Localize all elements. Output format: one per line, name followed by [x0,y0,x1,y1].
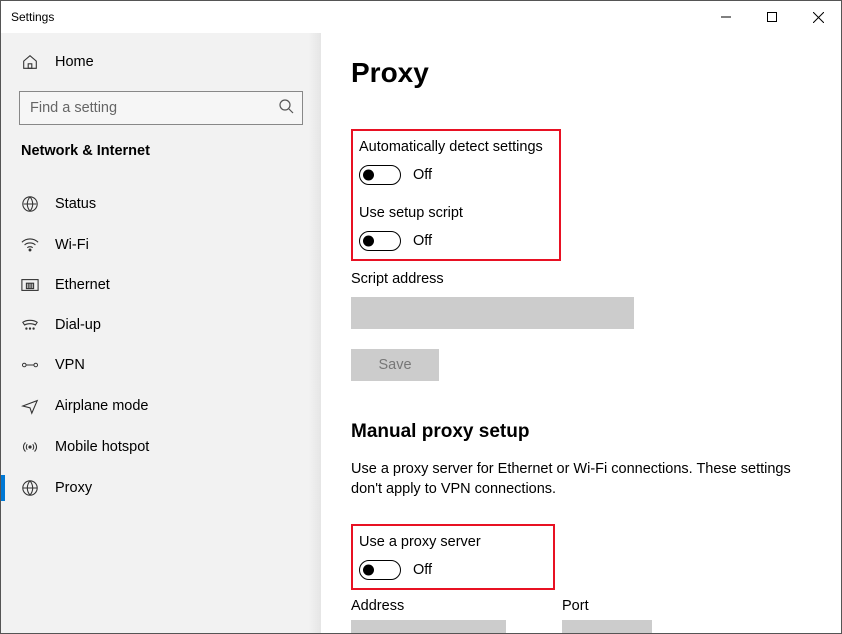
sidebar-item-label: Dial-up [55,317,101,333]
home-icon [21,53,39,71]
window-title: Settings [11,10,54,24]
minimize-button[interactable] [703,1,749,33]
address-label: Address [351,598,506,614]
address-port-row: Address Port [351,598,811,633]
sidebar-item-proxy[interactable]: Proxy [1,467,321,509]
sidebar-item-vpn[interactable]: VPN [1,345,321,385]
sidebar-item-label: Ethernet [55,277,110,293]
highlight-manual-section: Use a proxy server Off [351,524,555,590]
save-button[interactable]: Save [351,349,439,381]
search-box[interactable] [19,91,303,125]
status-icon [21,195,39,213]
auto-detect-toggle-row: Off [359,165,547,185]
sidebar-item-label: VPN [55,357,85,373]
search-input[interactable] [30,100,278,116]
port-label: Port [562,598,652,614]
highlight-auto-section: Automatically detect settings Off Use se… [351,129,561,261]
search-icon [278,98,294,119]
maximize-button[interactable] [749,1,795,33]
use-script-state: Off [413,233,432,249]
sidebar: Home Network & Internet Status Wi-Fi [1,33,321,633]
auto-detect-state: Off [413,167,432,183]
use-proxy-state: Off [413,562,432,578]
hotspot-icon [21,439,39,455]
use-proxy-label: Use a proxy server [359,534,541,550]
airplane-icon [21,397,39,415]
settings-window: Settings Home Networ [0,0,842,634]
ethernet-icon [21,278,39,292]
sidebar-item-label: Wi-Fi [55,237,89,253]
sidebar-item-label: Mobile hotspot [55,439,149,455]
manual-section-title: Manual proxy setup [351,421,811,443]
use-script-label: Use setup script [359,205,547,221]
script-address-input[interactable] [351,297,634,329]
home-nav[interactable]: Home [1,47,321,77]
address-input[interactable] [351,620,506,633]
use-proxy-toggle-row: Off [359,560,541,580]
sidebar-item-dialup[interactable]: Dial-up [1,305,321,345]
sidebar-item-status[interactable]: Status [1,183,321,225]
page-title: Proxy [351,57,811,89]
use-proxy-toggle[interactable] [359,560,401,580]
sidebar-item-label: Proxy [55,480,92,496]
sidebar-item-label: Status [55,196,96,212]
proxy-icon [21,479,39,497]
sidebar-item-label: Airplane mode [55,398,149,414]
titlebar: Settings [1,1,841,33]
sidebar-section-header: Network & Internet [1,143,321,159]
wifi-icon [21,238,39,252]
auto-detect-label: Automatically detect settings [359,139,547,155]
main-panel: Proxy Automatically detect settings Off … [321,33,841,633]
vpn-icon [21,358,39,372]
script-address-label: Script address [351,271,811,287]
sidebar-item-ethernet[interactable]: Ethernet [1,265,321,305]
auto-detect-toggle[interactable] [359,165,401,185]
close-button[interactable] [795,1,841,33]
port-input[interactable] [562,620,652,633]
sidebar-item-wifi[interactable]: Wi-Fi [1,225,321,265]
manual-desc: Use a proxy server for Ethernet or Wi-Fi… [351,459,791,500]
use-script-toggle-row: Off [359,231,547,251]
dialup-icon [21,318,39,332]
content-area: Home Network & Internet Status Wi-Fi [1,33,841,633]
sidebar-item-hotspot[interactable]: Mobile hotspot [1,427,321,467]
use-script-toggle[interactable] [359,231,401,251]
sidebar-item-airplane[interactable]: Airplane mode [1,385,321,427]
home-label: Home [55,54,94,70]
nav-list: Status Wi-Fi Ethernet Dial-up VPN [1,183,321,509]
